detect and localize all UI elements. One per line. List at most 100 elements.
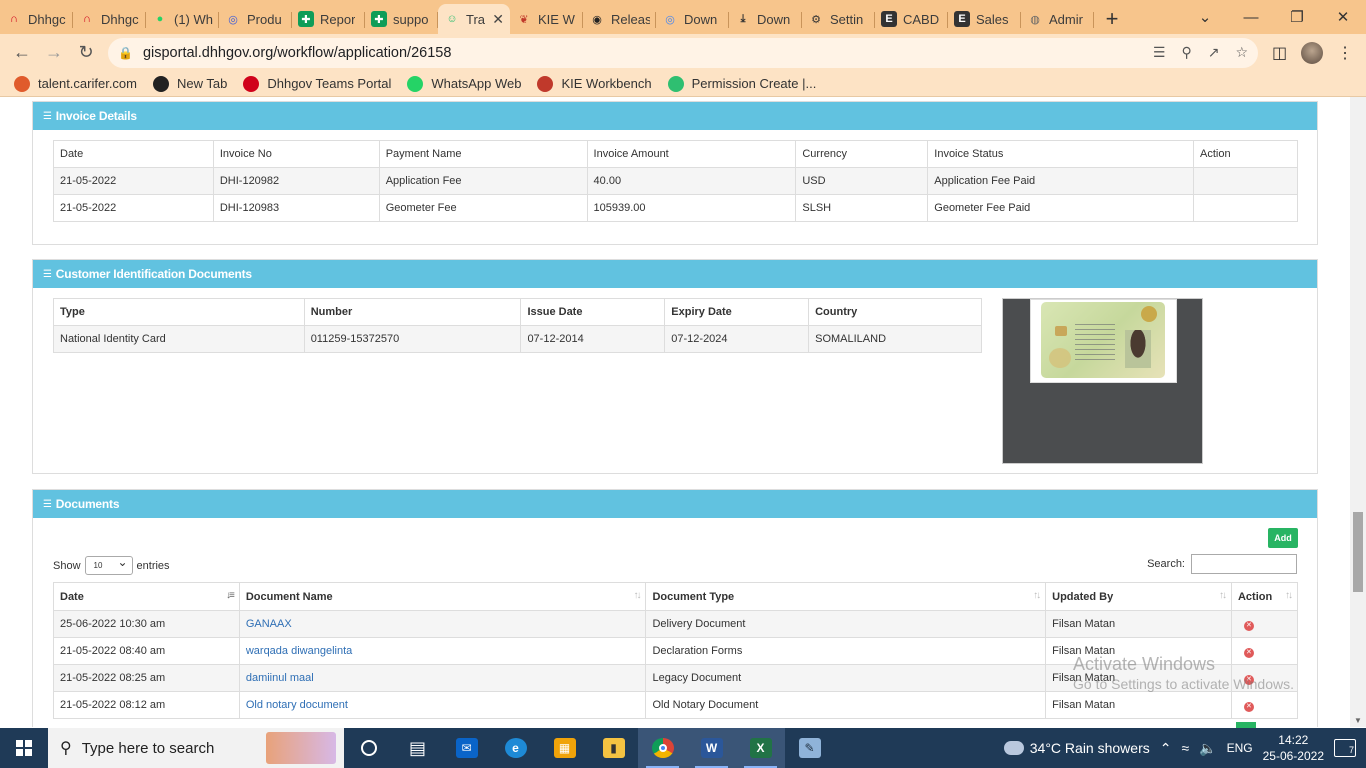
bookmark-item[interactable]: New Tab [153,75,227,92]
new-tab-button[interactable]: + [1094,4,1130,34]
column-header[interactable]: Date ↓≡ [53,582,240,611]
edge-icon[interactable]: e [491,728,540,768]
menu-icon[interactable]: ⋮ [1337,43,1353,63]
weather-widget[interactable]: 34°C Rain showers [1003,740,1150,756]
minimize-icon[interactable]: — [1228,9,1274,26]
delete-icon[interactable]: ✕ [1243,620,1254,631]
browser-tab[interactable]: ✚ Repor [292,4,365,34]
notepad-icon[interactable]: ✎ [785,728,834,768]
zoom-icon[interactable]: ⚲ [1181,44,1191,61]
browser-tab[interactable]: ⚙ Settin [802,4,875,34]
profile-avatar[interactable] [1301,41,1324,64]
volume-icon[interactable]: 🔈 [1199,740,1216,757]
column-header: Currency [795,140,929,168]
word-icon[interactable]: W [687,728,736,768]
table-cell: 011259-15372570 [303,325,522,353]
delete-icon[interactable]: ✕ [1243,701,1254,712]
tab-search-icon[interactable]: ⌄ [1182,8,1228,26]
browser-tab[interactable]: ❦ KIE W [510,4,583,34]
bookmark-item[interactable]: talent.carifer.com [14,75,137,92]
document-link[interactable]: GANAAX [246,618,292,630]
language-indicator[interactable]: ENG [1227,741,1253,755]
bookmark-label: Dhhgov Teams Portal [267,76,392,91]
bookmark-item[interactable]: Permission Create |... [667,75,816,92]
column-header[interactable]: Document Name ↑↓ [238,582,647,611]
excel-icon[interactable]: X [736,728,785,768]
browser-tab[interactable]: ◉ Releas [583,4,656,34]
task-view-icon[interactable]: ▤ [393,728,442,768]
address-bar[interactable]: 🔒 gisportal.dhhgov.org/workflow/applicat… [108,37,1258,68]
cell-text: 07-12-2014 [527,333,584,345]
scroll-down-arrow-icon[interactable]: ▼ [1354,716,1362,725]
page-scrollbar[interactable]: ▼ [1350,97,1366,727]
scrollbar-thumb[interactable] [1353,512,1363,592]
network-icon[interactable]: ≈ [1181,740,1189,756]
clock[interactable]: 14:22 25-06-2022 [1263,732,1324,764]
translate-icon[interactable]: ☰ [1153,44,1166,61]
browser-tab[interactable]: ☺ Tra ✕ [438,4,510,34]
share-icon[interactable]: ↗ [1208,44,1220,61]
sort-icon[interactable]: ↑↓ [1033,590,1041,601]
add-document-button[interactable]: Add [1268,528,1298,548]
forward-icon[interactable]: → [38,42,70,63]
browser-tab[interactable]: ◎ Down [656,4,729,34]
taskbar-search[interactable]: ⚲ Type here to search [48,728,344,768]
list-icon: ☰ [43,268,52,280]
browser-tab[interactable]: ∩ Dhhgc [0,4,73,34]
browser-tab[interactable]: E Sales [948,4,1021,34]
activate-windows-watermark: Activate Windows Go to Settings to activ… [1073,654,1294,694]
browser-tab[interactable]: ✚ suppo [365,4,438,34]
rain-cloud-icon [1003,741,1024,755]
cell-text: 21-05-2022 08:12 am [60,699,166,711]
maximize-icon[interactable]: ❐ [1274,8,1320,26]
mail-icon[interactable]: ✉ [442,728,491,768]
file-explorer-icon[interactable]: ▮ [589,728,638,768]
sort-icon[interactable]: ↑↓ [633,590,641,601]
chevron-up-icon[interactable]: ⌃ [1160,740,1172,757]
bookmark-star-icon[interactable]: ☆ [1235,44,1248,61]
cortana-icon[interactable] [344,728,393,768]
sort-icon[interactable]: ↑↓ [1219,590,1227,601]
document-link[interactable]: warqada diwangelinta [246,645,352,657]
browser-tab[interactable]: E CABD [875,4,948,34]
column-header-label: Invoice Amount [593,148,669,160]
table-cell: 21-05-2022 [53,194,214,222]
bookmark-item[interactable]: Dhhgov Teams Portal [243,75,392,92]
sort-icon[interactable]: ↓≡ [226,590,235,601]
browser-tab[interactable]: ● (1) Wh [146,4,219,34]
back-icon[interactable]: ← [6,42,38,63]
browser-tab[interactable]: ◎ Produ [219,4,292,34]
entries-label: entries [136,559,170,572]
id-card-image[interactable] [1002,298,1203,464]
close-tab-icon[interactable]: ✕ [492,11,504,28]
table-cell: Declaration Forms [645,637,1047,665]
column-header[interactable]: Action ↑↓ [1230,582,1299,611]
stamp-icon [1049,348,1071,368]
column-header[interactable]: Document Type ↑↓ [645,582,1047,611]
reload-icon[interactable]: ↻ [70,42,102,63]
sort-icon[interactable]: ↑↓ [1285,590,1293,601]
bookmark-item[interactable]: WhatsApp Web [407,75,521,92]
bookmark-item[interactable]: KIE Workbench [537,75,652,92]
browser-tab[interactable]: ◍ Admir [1021,4,1094,34]
clock-date: 25-06-2022 [1262,749,1324,763]
store-icon[interactable]: ▦ [540,728,589,768]
table-cell: Application Fee [378,167,588,195]
cell-text: Application Fee Paid [934,175,1036,187]
lock-icon[interactable]: 🔒 [118,46,133,60]
document-link[interactable]: damiinul maal [246,672,314,684]
action-cell: ✕ [1230,610,1299,638]
column-header[interactable]: Updated By ↑↓ [1045,582,1232,611]
close-window-icon[interactable]: ✕ [1320,8,1366,26]
start-button[interactable] [0,728,48,768]
action-cell: ✕ [1230,691,1299,719]
browser-tab[interactable]: ⤓ Down [729,4,802,34]
notification-center-icon[interactable]: 7 [1334,739,1356,757]
search-input[interactable] [1191,554,1297,574]
browser-tab[interactable]: ∩ Dhhgc [73,4,146,34]
column-header: Invoice Amount [586,140,797,168]
side-panel-icon[interactable]: ◫ [1272,43,1287,63]
chrome-taskbar-icon[interactable] [638,728,687,768]
entries-select[interactable]: 10 [84,555,133,575]
document-link[interactable]: Old notary document [246,699,348,711]
